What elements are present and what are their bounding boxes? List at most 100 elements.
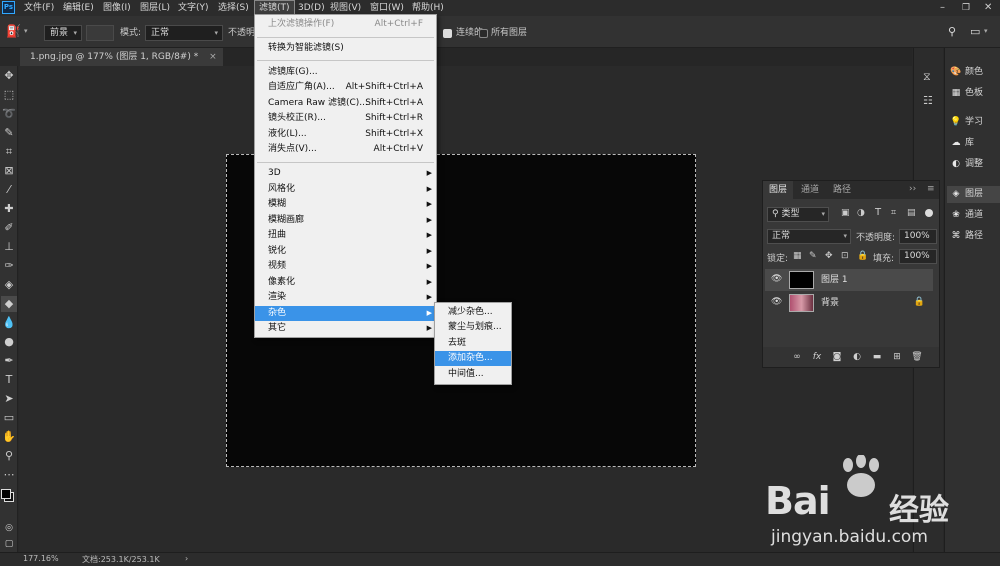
adjustment-filter-icon[interactable]: ◑ (857, 208, 865, 218)
tab-paths[interactable]: 路径 (827, 181, 857, 199)
eye-icon[interactable]: 👁 (771, 297, 782, 307)
zoom-level[interactable]: 177.16% (23, 554, 59, 563)
eraser-tool-icon[interactable]: ◈ (1, 277, 17, 293)
marquee-tool-icon[interactable]: ⬚ (1, 87, 17, 103)
paint-bucket-tool-icon[interactable]: ⛽ (6, 24, 21, 38)
menu-item-last-filter[interactable]: 上次滤镜操作(F) Alt+Ctrl+F (255, 17, 436, 32)
link-icon[interactable]: ∞ (789, 349, 805, 365)
type-tool-icon[interactable]: T (1, 372, 17, 388)
frame-tool-icon[interactable]: ⊠ (1, 163, 17, 179)
mode-dropdown[interactable]: 正常 ▾ (145, 25, 223, 41)
pixel-filter-icon[interactable]: ▣ (841, 208, 850, 218)
menu-item-camera-raw[interactable]: Camera Raw 滤镜(C)... Shift+Ctrl+A (255, 96, 436, 111)
rectangle-tool-icon[interactable]: ▭ (1, 410, 17, 426)
menu-item-blur[interactable]: 模糊 ▶ (255, 197, 436, 212)
tab-channels[interactable]: 通道 (795, 181, 825, 199)
menu-item-blur-gallery[interactable]: 模糊画廊 ▶ (255, 213, 436, 228)
menu-item-despeckle[interactable]: 去斑 (435, 336, 511, 351)
menu-item-noise[interactable]: 杂色 ▶ (255, 306, 436, 321)
pattern-picker[interactable] (86, 25, 114, 41)
layer-row[interactable]: 👁 图层 1 (765, 269, 933, 291)
new-layer-icon[interactable]: ⊞ (889, 349, 905, 365)
menu-layer[interactable]: 图层(L) (136, 0, 174, 16)
close-window-icon[interactable]: ✕ (984, 2, 996, 14)
lasso-tool-icon[interactable]: ➰ (1, 106, 17, 122)
path-select-tool-icon[interactable]: ➤ (1, 391, 17, 407)
blur-tool-icon[interactable]: 💧 (1, 315, 17, 331)
brush-tool-icon[interactable]: ✐ (1, 220, 17, 236)
menu-item-3d[interactable]: 3D ▶ (255, 166, 436, 181)
trash-icon[interactable]: 🗑 (909, 349, 925, 365)
screen-mode-icon[interactable]: ▢ (1, 536, 17, 552)
smart-object-filter-icon[interactable]: ▤ (907, 208, 916, 218)
menu-file[interactable]: 文件(F) (20, 0, 58, 16)
eyedropper-tool-icon[interactable]: ⁄ (1, 182, 17, 198)
eye-icon[interactable]: 👁 (771, 274, 782, 284)
chevron-down-icon[interactable]: ▾ (984, 27, 988, 35)
all-layers-checkbox[interactable] (479, 29, 488, 38)
menu-item-video[interactable]: 视频 ▶ (255, 259, 436, 274)
menu-item-lens-correction[interactable]: 镜头校正(R)... Shift+Ctrl+R (255, 111, 436, 126)
menu-item-pixelate[interactable]: 像素化 ▶ (255, 275, 436, 290)
foreground-color-swatch[interactable] (1, 489, 11, 499)
quick-select-tool-icon[interactable]: ✎ (1, 125, 17, 141)
crop-tool-icon[interactable]: ⌗ (1, 144, 17, 160)
restore-icon[interactable]: ❐ (962, 2, 974, 14)
folder-icon[interactable]: ▬ (869, 349, 885, 365)
pen-tool-icon[interactable]: ✒ (1, 353, 17, 369)
lock-all-icon[interactable]: 🔒 (857, 251, 868, 261)
zoom-tool-icon[interactable]: ⚲ (1, 448, 17, 464)
dock-paths[interactable]: ⌘ 路径 (947, 228, 1000, 245)
shape-filter-icon[interactable]: ⌗ (891, 208, 896, 218)
close-tab-icon[interactable]: × (209, 52, 217, 62)
opacity-input[interactable]: 100% (899, 229, 937, 244)
contiguous-checkbox[interactable] (443, 29, 452, 38)
fx-icon[interactable]: fx (809, 349, 825, 365)
dock-layers[interactable]: ◈ 图层 (947, 186, 1000, 203)
paint-bucket-tool-icon[interactable]: ◆ (1, 296, 17, 312)
menu-edit[interactable]: 编辑(E) (59, 0, 98, 16)
dodge-tool-icon[interactable]: ● (1, 334, 17, 350)
menu-type[interactable]: 文字(Y) (174, 0, 213, 16)
menu-item-render[interactable]: 渲染 ▶ (255, 290, 436, 305)
adjustment-layer-icon[interactable]: ◐ (849, 349, 865, 365)
menu-item-dust-scratches[interactable]: 蒙尘与划痕... (435, 320, 511, 335)
fill-input[interactable]: 100% (899, 249, 937, 264)
mask-icon[interactable]: ◙ (829, 349, 845, 365)
lock-pixels-icon[interactable]: ▦ (793, 251, 802, 261)
menu-item-sharpen[interactable]: 锐化 ▶ (255, 244, 436, 259)
search-icon[interactable]: ⚲ (948, 25, 956, 38)
dock-swatches[interactable]: ▦ 色板 (947, 85, 1000, 102)
tab-layers[interactable]: 图层 (763, 181, 794, 199)
lock-artboard-icon[interactable]: ⊡ (841, 251, 849, 261)
dock-libraries[interactable]: ☁ 库 (947, 135, 1000, 152)
menu-item-convert-smart-filter[interactable]: 转换为智能滤镜(S) (255, 41, 436, 56)
menu-item-vanishing-point[interactable]: 消失点(V)... Alt+Ctrl+V (255, 142, 436, 157)
collapse-icon[interactable]: ›› (909, 184, 916, 194)
workspace-icon[interactable]: ▭ (970, 25, 980, 38)
minimize-icon[interactable]: – (940, 2, 952, 14)
document-tab[interactable]: 1.png.jpg @ 177% (图层 1, RGB/8#) * × (20, 48, 223, 66)
healing-brush-tool-icon[interactable]: ✚ (1, 201, 17, 217)
menu-item-distort[interactable]: 扭曲 ▶ (255, 228, 436, 243)
move-tool-icon[interactable]: ✥ (1, 68, 17, 84)
panel-menu-icon[interactable]: ≡ (927, 184, 935, 194)
quick-mask-icon[interactable]: ◎ (1, 520, 17, 536)
filter-toggle[interactable] (925, 209, 933, 217)
clone-stamp-tool-icon[interactable]: ⊥ (1, 239, 17, 255)
more-tools-icon[interactable]: ⋯ (1, 467, 17, 483)
type-filter-icon[interactable]: T (875, 207, 881, 218)
menu-item-liquify[interactable]: 液化(L)... Shift+Ctrl+X (255, 127, 436, 142)
menu-item-median[interactable]: 中间值... (435, 367, 511, 382)
dock-learn[interactable]: 💡 学习 (947, 114, 1000, 131)
menu-item-stylize[interactable]: 风格化 ▶ (255, 182, 436, 197)
dock-channels[interactable]: ❀ 通道 (947, 207, 1000, 224)
menu-item-other[interactable]: 其它 ▶ (255, 321, 436, 336)
history-icon[interactable]: ⧖ (923, 70, 931, 84)
layer-row[interactable]: 👁 背景 🔒 (765, 292, 933, 314)
menu-item-adaptive-wide-angle[interactable]: 自适应广角(A)... Alt+Shift+Ctrl+A (255, 80, 436, 95)
menu-image[interactable]: 图像(I) (99, 0, 135, 16)
layer-filter-dropdown[interactable]: ⚲ 类型 ▾ (767, 207, 829, 222)
blend-mode-dropdown[interactable]: 正常 ▾ (767, 229, 851, 244)
menu-item-filter-gallery[interactable]: 滤镜库(G)... (255, 65, 436, 80)
